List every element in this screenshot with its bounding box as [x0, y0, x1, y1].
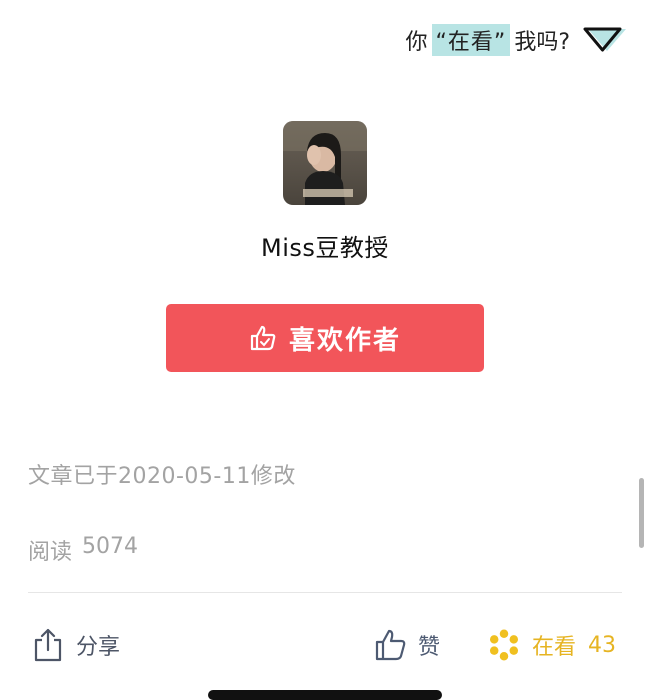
modified-note: 文章已于2020-05-11修改	[28, 464, 296, 489]
viewing-prompt: 你 “在看” 我吗?	[405, 22, 626, 58]
prompt-highlight: “在看”	[431, 24, 511, 56]
viewing-flower-icon	[488, 628, 520, 662]
share-label: 分享	[76, 635, 121, 660]
share-button[interactable]: 分享	[32, 628, 120, 662]
bottom-action-bar: 分享 赞 在看 43	[0, 600, 650, 670]
thumbs-up-icon	[249, 324, 277, 352]
share-icon	[32, 628, 64, 662]
thumbs-up-icon	[374, 628, 406, 662]
viewing-label: 在看	[532, 635, 577, 660]
read-label: 阅读	[28, 540, 73, 565]
like-button[interactable]: 赞	[374, 628, 440, 662]
divider	[28, 592, 622, 593]
author-name[interactable]: Miss豆教授	[0, 228, 650, 263]
read-count: 5074	[82, 534, 139, 559]
read-count-row: 阅读 5074	[28, 534, 138, 566]
like-author-label: 喜欢作者	[288, 325, 401, 356]
prompt-prefix: 你	[405, 30, 428, 55]
viewing-count: 43	[588, 632, 617, 658]
home-indicator[interactable]	[208, 690, 442, 700]
like-author-button[interactable]: 喜欢作者	[166, 304, 484, 372]
viewing-button[interactable]: 在看 43	[488, 628, 616, 662]
prompt-suffix: 我吗?	[514, 30, 570, 55]
scrollbar[interactable]	[639, 478, 644, 548]
like-label: 赞	[418, 635, 441, 660]
down-triangle-icon[interactable]	[582, 26, 626, 54]
author-avatar[interactable]	[283, 121, 367, 205]
